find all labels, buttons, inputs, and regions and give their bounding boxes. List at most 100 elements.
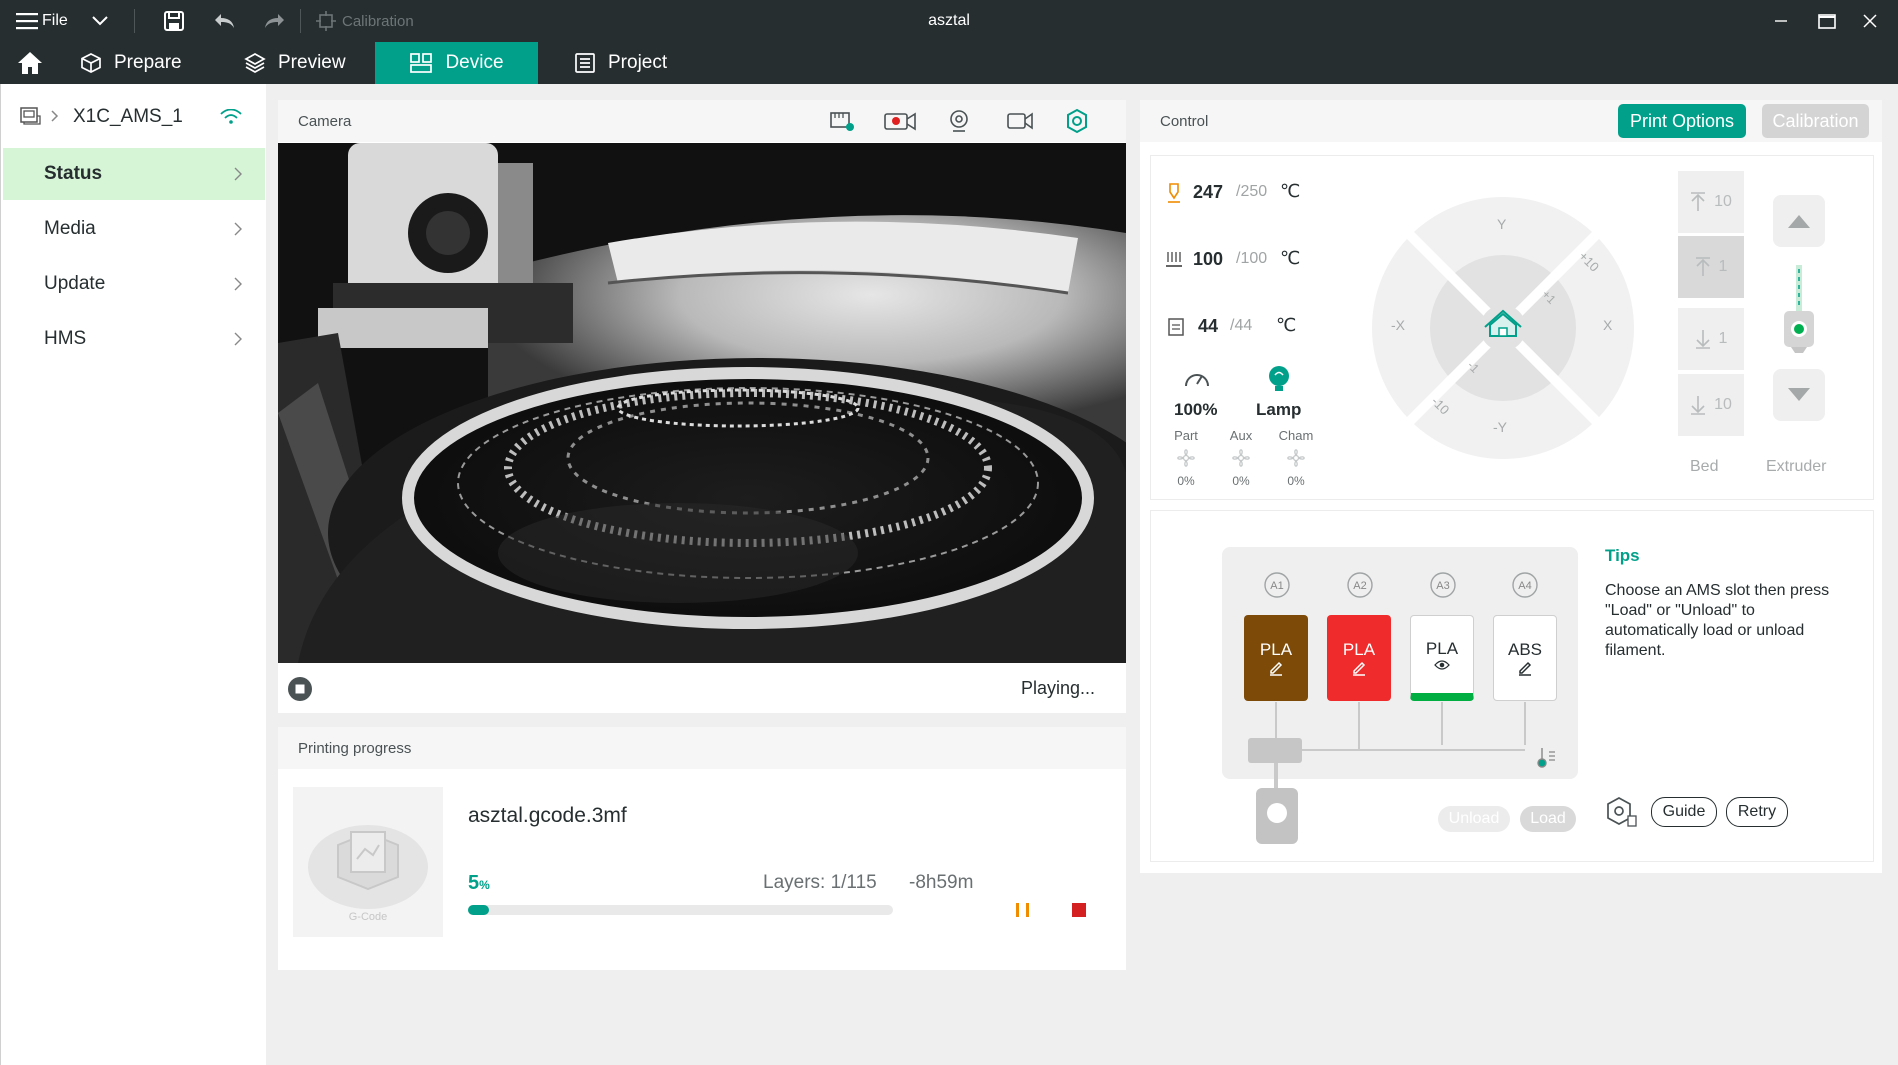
load-button[interactable]: Load [1520, 806, 1576, 832]
arrow-up-icon [1695, 257, 1710, 276]
tab-project[interactable]: Project [574, 42, 667, 84]
calibration-menu-button[interactable]: Calibration [316, 0, 414, 42]
print-progress-track [468, 905, 893, 915]
camera-stop-button[interactable] [286, 675, 316, 705]
printer-icon [20, 107, 41, 125]
document-list-icon [575, 53, 595, 73]
jog-neg-x-label: -X [1391, 317, 1405, 333]
slot-a4-id-text: A4 [1518, 580, 1531, 592]
wifi-icon [220, 109, 242, 124]
slot-a1-id: A1 [1264, 572, 1290, 598]
bed-temp-target-value: 100 [1240, 250, 1268, 267]
jog-neg-y-label: -Y [1493, 419, 1507, 435]
record-video-icon[interactable] [882, 109, 918, 133]
save-button[interactable] [163, 0, 185, 42]
sidebar-item-label: Update [44, 273, 106, 294]
speed-value: 100% [1174, 400, 1218, 419]
undo-button[interactable] [213, 0, 235, 42]
slot-a2-id-text: A2 [1353, 580, 1366, 592]
divider [134, 9, 135, 33]
printing-progress-header: Printing progress [278, 727, 1126, 769]
camera-feed[interactable] [278, 143, 1126, 663]
chamber-temp-target: /44 [1230, 317, 1253, 334]
home-icon [18, 52, 42, 74]
webcam-icon[interactable] [947, 109, 971, 133]
chevron-right-icon [51, 110, 59, 122]
close-button[interactable] [1863, 0, 1877, 42]
bed-step-label: 1 [1718, 258, 1728, 275]
slot-material: PLA [1342, 640, 1376, 659]
ams-slot-a3[interactable]: PLA [1410, 615, 1474, 701]
redo-icon [265, 14, 284, 28]
bed-down-1-button[interactable]: 1 [1678, 308, 1744, 370]
control-panel-title: Control [1160, 113, 1209, 130]
eye-icon [1434, 659, 1450, 670]
printing-progress-title: Printing progress [298, 740, 412, 757]
nozzle-temp-icon [1168, 183, 1180, 203]
pause-icon [1016, 903, 1029, 917]
chamber-temp-icon [1168, 318, 1184, 336]
bed-up-10-button[interactable]: 10 [1678, 171, 1744, 233]
device-sidebar: X1C_AMS_1 Status Media Update HMS [0, 84, 266, 1065]
menu-label: File [42, 12, 68, 29]
speedometer-icon [1185, 374, 1209, 387]
ams-slot-a2[interactable]: PLA [1327, 615, 1391, 701]
unload-button[interactable]: Unload [1438, 806, 1510, 832]
ams-slot-a4[interactable]: ABS [1493, 615, 1557, 701]
sidebar-item-label: Status [44, 163, 103, 184]
extruder-down-button[interactable] [1773, 369, 1825, 421]
divider [300, 9, 301, 33]
sidebar-item-hms[interactable]: HMS [3, 313, 265, 365]
jog-y-label: Y [1497, 216, 1507, 232]
sd-card-icon[interactable] [828, 109, 856, 133]
bed-up-1-button[interactable]: 1 [1678, 236, 1744, 298]
printer-selector[interactable]: X1C_AMS_1 [1, 84, 267, 148]
pause-button[interactable] [1013, 900, 1033, 920]
redo-button[interactable] [264, 0, 286, 42]
home-tab[interactable] [8, 42, 52, 84]
sidebar-item-status[interactable]: Status [3, 148, 265, 200]
print-options-button[interactable]: Print Options [1618, 104, 1746, 138]
minimize-button[interactable] [1774, 0, 1788, 42]
tab-preview[interactable]: Preview [244, 42, 346, 84]
close-icon [1863, 14, 1877, 28]
sidebar-item-update[interactable]: Update [3, 258, 265, 310]
calibration-button[interactable]: Calibration [1762, 104, 1869, 138]
sidebar-item-media[interactable]: Media [3, 203, 265, 255]
tips-text: Choose an AMS slot then press "Load" or … [1605, 582, 1830, 659]
camera-panel-header: Camera [278, 100, 1126, 142]
camera-settings-icon[interactable] [1064, 108, 1090, 134]
video-camera-icon[interactable] [1006, 109, 1034, 133]
fan-aux-label: Aux [1229, 428, 1253, 443]
edit-icon [1353, 661, 1366, 676]
menu-button[interactable]: File [16, 0, 68, 42]
ams-slot-a1[interactable]: PLA [1244, 615, 1308, 701]
slot-material: ABS [1507, 640, 1543, 659]
edit-icon [1270, 661, 1283, 676]
bed-down-10-button[interactable]: 10 [1678, 374, 1744, 436]
stop-print-button[interactable] [1070, 901, 1088, 919]
fan-icon [1177, 449, 1195, 467]
guide-button[interactable]: Guide [1651, 797, 1717, 827]
fan-part-value: 0% [1177, 474, 1195, 488]
print-percent-value: 5 [468, 872, 480, 894]
menu-dropdown-button[interactable] [92, 0, 108, 42]
chevron-right-icon [234, 332, 242, 346]
lamp-label: Lamp [1256, 400, 1302, 419]
slot-a3-id: A3 [1430, 572, 1456, 598]
bed-temp-target: /100 [1236, 250, 1268, 267]
tab-device[interactable]: Device [375, 42, 538, 84]
retry-button[interactable]: Retry [1726, 797, 1788, 827]
xy-jog-wheel[interactable]: Y -Y X -X +10 +1 -1 -10 [1371, 196, 1635, 460]
fan-aux-value: 0% [1232, 474, 1250, 488]
nozzle-temp-target: /250 [1236, 183, 1268, 200]
camera-status: Playing... [1020, 678, 1095, 698]
gcode-thumbnail: G-Code [293, 787, 443, 937]
print-progress-fill [468, 905, 490, 915]
extruder-up-button[interactable] [1773, 195, 1825, 247]
ams-settings-icon[interactable] [1604, 796, 1638, 828]
fan-chamber-label: Cham [1278, 428, 1314, 443]
tab-prepare[interactable]: Prepare [80, 42, 182, 84]
title-bar: File Calibration asztal [0, 0, 1898, 42]
maximize-button[interactable] [1818, 0, 1836, 42]
